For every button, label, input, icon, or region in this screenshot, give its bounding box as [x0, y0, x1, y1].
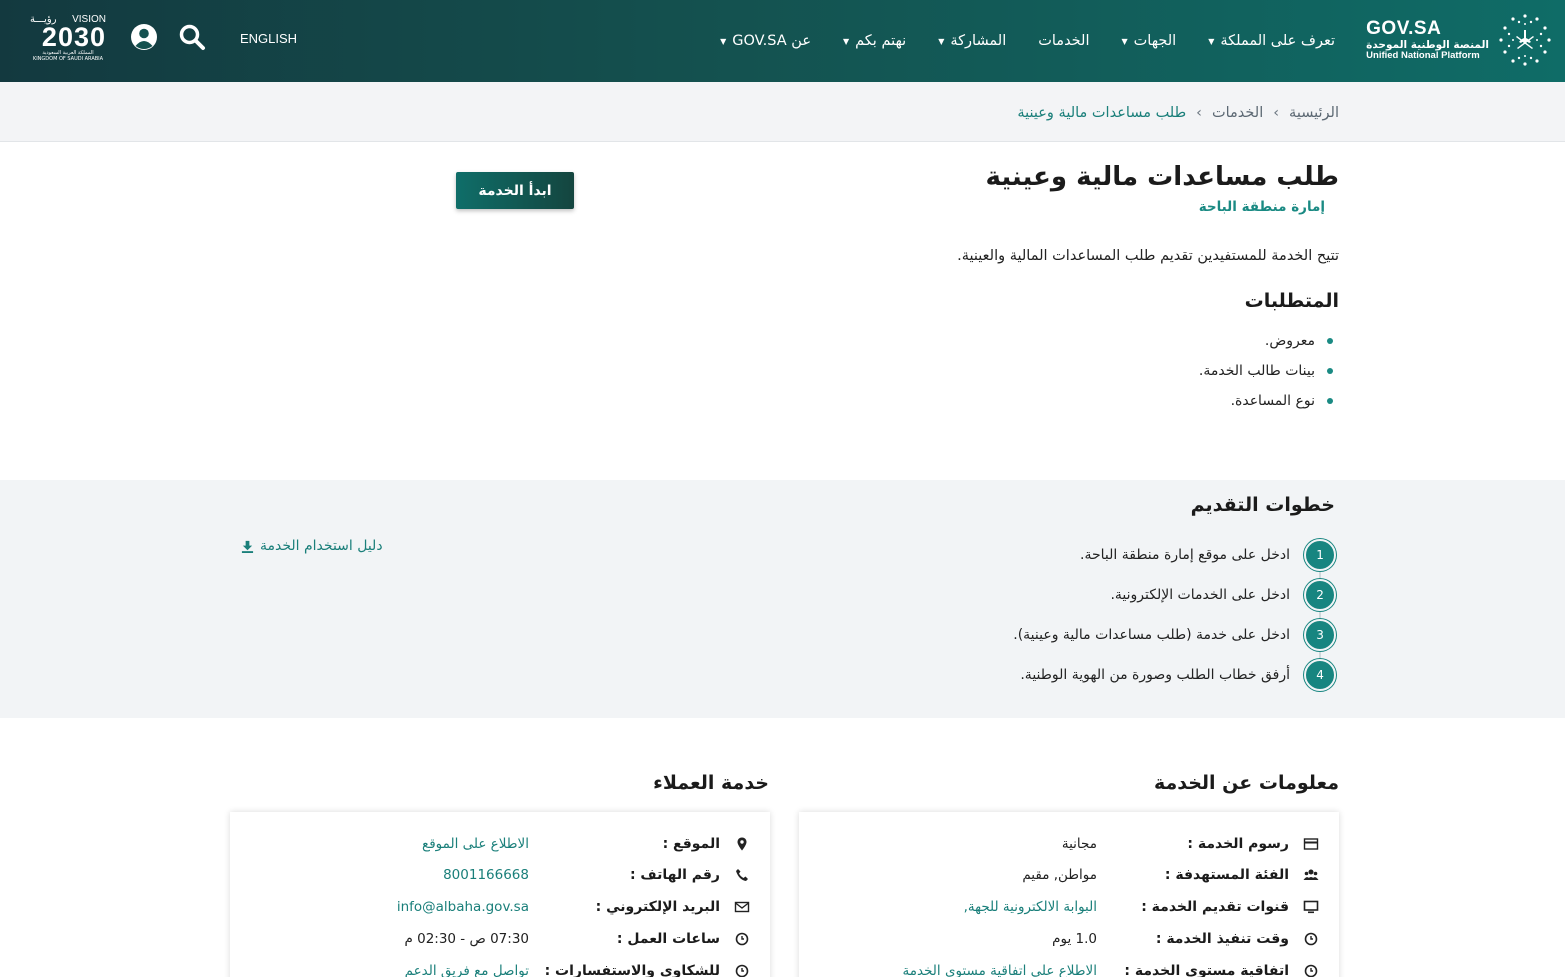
cs-row-hours: ساعات العمل : 07:30 ص - 02:30 م	[230, 923, 770, 954]
step-text: أرفق خطاب الطلب وصورة من الهوية الوطنية.	[1020, 667, 1290, 683]
phone-icon	[736, 868, 748, 881]
customer-service-card: الموقع : الاطلاع على الموقع رقم الهاتف :…	[230, 812, 770, 977]
breadcrumb-bar: الرئيسية › الخدمات › طلب مساعدات مالية و…	[0, 82, 1565, 142]
info-row-duration: وقت تنفيذ الخدمة : 1.0 يوم	[799, 923, 1339, 954]
clock-icon	[1304, 964, 1318, 977]
clock-icon	[1304, 932, 1318, 945]
step-item: 1 ادخل على موقع إمارة منطقة الباحة.	[1013, 535, 1336, 575]
brand-title: GOV.SA	[1366, 17, 1442, 39]
breadcrumb-services[interactable]: الخدمات	[1212, 105, 1263, 121]
step-number: 1	[1304, 539, 1336, 571]
nav-participation[interactable]: المشاركة ▼	[938, 33, 1006, 49]
download-icon	[241, 540, 254, 553]
email-link[interactable]: info@albaha.gov.sa	[397, 899, 529, 915]
customer-service-heading: خدمة العملاء	[653, 772, 769, 794]
brand-english-name: Unified National Platform	[1366, 50, 1480, 62]
list-item: بينات طالب الخدمة.	[1199, 356, 1339, 386]
sla-link[interactable]: الاطلاع على اتفاقية مستوى الخدمة	[903, 963, 1097, 977]
list-item: نوع المساعدة.	[1199, 386, 1339, 416]
service-guide-label: دليل استخدام الخدمة	[260, 538, 383, 554]
caret-down-icon: ▼	[1208, 36, 1215, 46]
language-switch[interactable]: ENGLISH	[240, 31, 297, 46]
application-steps-section: خطوات التقديم 1 ادخل على موقع إمارة منطق…	[0, 480, 1565, 718]
nav-about[interactable]: عن GOV.SA ▼	[720, 33, 811, 49]
mail-icon	[734, 901, 750, 912]
step-text: ادخل على خدمة (طلب مساعدات مالية وعينية)…	[1013, 627, 1290, 643]
service-description: تتيح الخدمة للمستفيدين تقديم طلب المساعد…	[957, 248, 1339, 264]
list-item: معروض.	[1199, 326, 1339, 356]
support-link[interactable]: تواصل مع فريق الدعم	[405, 963, 529, 977]
cs-row-phone: رقم الهاتف : 8001166668	[230, 859, 770, 890]
card-icon	[1303, 837, 1319, 850]
gov-emblem-icon	[1499, 14, 1551, 66]
caret-down-icon: ▼	[720, 36, 727, 46]
cs-row-email: البريد الإلكتروني : info@albaha.gov.sa	[230, 891, 770, 922]
step-item: 4 أرفق خطاب الطلب وصورة من الهوية الوطني…	[1013, 655, 1336, 695]
caret-down-icon: ▼	[842, 36, 850, 46]
breadcrumb-current: طلب مساعدات مالية وعينية	[1017, 105, 1187, 121]
user-account-icon[interactable]	[129, 22, 159, 52]
nav-we-care[interactable]: نهتم بكم ▼	[843, 33, 906, 49]
clock-icon	[735, 964, 749, 977]
chevron-left-icon: ›	[1273, 105, 1280, 121]
service-info-heading: معلومات عن الخدمة	[1153, 772, 1339, 794]
step-number: 3	[1304, 619, 1336, 651]
step-item: 3 ادخل على خدمة (طلب مساعدات مالية وعيني…	[1013, 615, 1336, 655]
info-row-channels: قنوات تقديم الخدمة : البوابة الالكترونية…	[799, 891, 1339, 922]
nav-services[interactable]: الخدمات	[1038, 33, 1089, 49]
main-nav: تعرف على المملكة ▼ الجهات ▼ الخدمات المشار…	[720, 0, 1335, 82]
step-number: 2	[1304, 579, 1336, 611]
start-service-button[interactable]: ابدأ الخدمة	[456, 172, 574, 209]
steps-heading: خطوات التقديم	[1190, 494, 1335, 516]
monitor-icon	[1303, 900, 1319, 913]
service-guide-link[interactable]: دليل استخدام الخدمة	[241, 538, 383, 554]
step-text: ادخل على الخدمات الإلكترونية.	[1110, 587, 1290, 603]
cs-row-location: الموقع : الاطلاع على الموقع	[230, 828, 770, 859]
channels-link[interactable]: البوابة الالكترونية للجهة,	[964, 899, 1097, 915]
nav-know-kingdom[interactable]: تعرف على المملكة ▼	[1208, 33, 1335, 49]
top-header: GOV.SA المنصة الوطنية الموحدة Unified Na…	[0, 0, 1565, 82]
bullet-icon	[1327, 368, 1333, 374]
breadcrumb: الرئيسية › الخدمات › طلب مساعدات مالية و…	[1017, 105, 1339, 121]
requirements-list: معروض. بينات طالب الخدمة. نوع المساعدة.	[1199, 326, 1339, 416]
cs-row-complaints: للشكاوى والاستفسارات : تواصل مع فريق الد…	[230, 955, 770, 977]
steps-list: 1 ادخل على موقع إمارة منطقة الباحة. 2 اد…	[1013, 535, 1336, 695]
nav-agencies[interactable]: الجهات ▼	[1122, 33, 1177, 49]
search-icon[interactable]	[177, 22, 207, 52]
page-title: طلب مساعدات مالية وعينية	[985, 162, 1339, 192]
users-icon	[1303, 869, 1319, 880]
chevron-left-icon: ›	[1196, 105, 1202, 121]
phone-link[interactable]: 8001166668	[443, 867, 529, 883]
breadcrumb-home[interactable]: الرئيسية	[1289, 105, 1339, 121]
brand-logo[interactable]: GOV.SA المنصة الوطنية الموحدة Unified Na…	[1366, 10, 1553, 70]
service-agency[interactable]: إمارة منطقة الباحة	[1199, 199, 1325, 215]
step-text: ادخل على موقع إمارة منطقة الباحة.	[1080, 547, 1290, 563]
caret-down-icon: ▼	[938, 36, 945, 46]
info-row-fees: رسوم الخدمة : مجانية	[799, 828, 1339, 859]
vision-2030-logo: VISION رؤيـــة 2030 المملكة العربية السع…	[30, 14, 106, 62]
caret-down-icon: ▼	[1121, 36, 1128, 46]
bullet-icon	[1327, 338, 1333, 344]
location-link[interactable]: الاطلاع على الموقع	[422, 836, 529, 852]
clock-icon	[735, 932, 749, 945]
info-row-sla: اتفاقية مستوى الخدمة : الاطلاع على اتفاق…	[799, 955, 1339, 977]
location-icon	[737, 837, 747, 850]
service-info-card: رسوم الخدمة : مجانية الفئة المستهدفة : م…	[799, 812, 1339, 977]
bullet-icon	[1327, 398, 1333, 404]
info-row-target: الفئة المستهدفة : مواطن, مقيم	[799, 859, 1339, 890]
step-item: 2 ادخل على الخدمات الإلكترونية.	[1013, 575, 1336, 615]
step-number: 4	[1304, 659, 1336, 691]
requirements-heading: المتطلبات	[1244, 290, 1339, 312]
